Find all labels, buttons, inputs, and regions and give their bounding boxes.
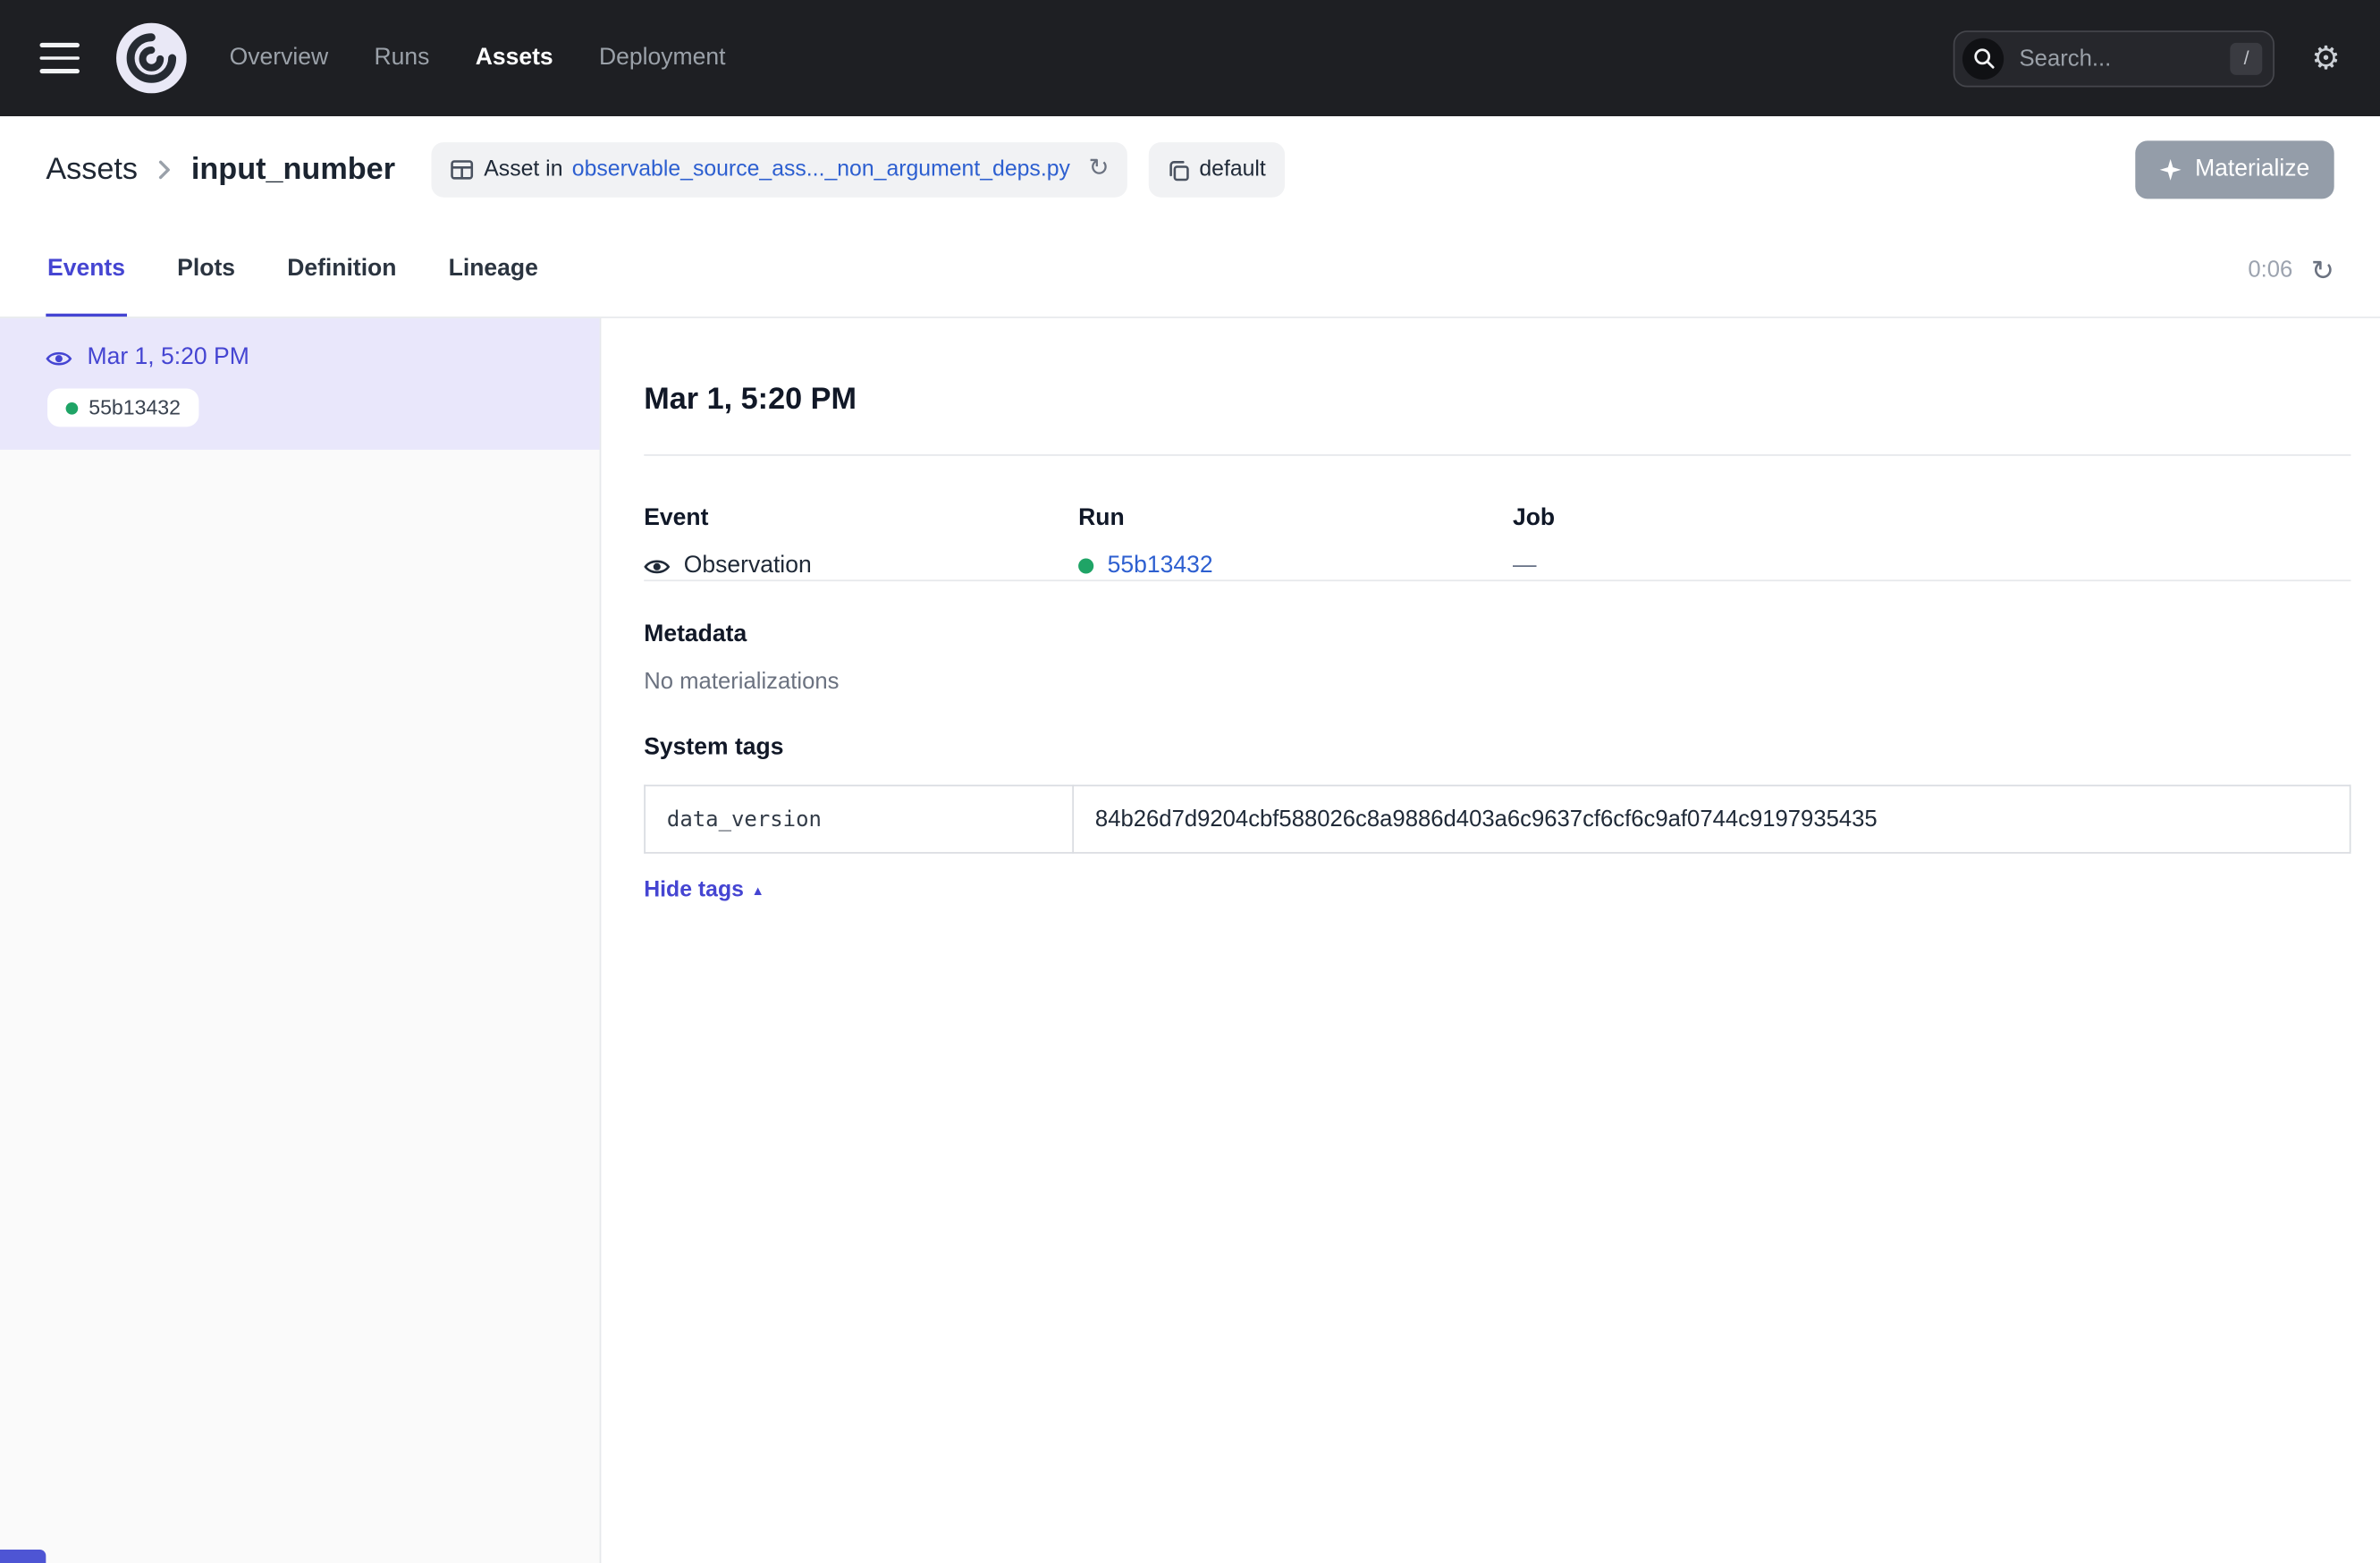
nav-deployment[interactable]: Deployment (599, 45, 726, 72)
metadata-empty-text: No materializations (644, 669, 2350, 695)
menu-icon[interactable] (39, 43, 79, 72)
tag-key-cell: data_version (645, 785, 1073, 852)
tab-plots[interactable]: Plots (175, 224, 236, 317)
refresh-timer: 0:06 (2248, 257, 2292, 283)
asset-location-prefix: Asset in (484, 157, 562, 182)
job-column-label: Job (1513, 505, 2351, 533)
nav-overview[interactable]: Overview (230, 45, 329, 72)
event-detail-panel: Mar 1, 5:20 PM Event Observation (601, 318, 2380, 1563)
app-window: Overview Runs Assets Deployment / ⚙ Asse… (0, 0, 2380, 1563)
asset-location-chip: Asset in observable_source_ass..._non_ar… (432, 142, 1127, 198)
event-column-label: Event (644, 505, 1078, 533)
system-tags-table: data_version 84b26d7d9204cbf588026c8a988… (644, 785, 2350, 854)
materialize-button-label: Materialize (2195, 156, 2309, 184)
nav-runs[interactable]: Runs (374, 45, 429, 72)
metadata-heading: Metadata (644, 621, 2350, 649)
eye-icon (644, 556, 670, 576)
page-title: input_number (191, 152, 395, 187)
tag-value-cell: 84b26d7d9204cbf588026c8a9886d403a6c9637c… (1073, 785, 2350, 852)
job-column: Job — (1513, 505, 2351, 580)
search-input[interactable] (2016, 44, 2218, 73)
group-chip[interactable]: default (1149, 142, 1284, 198)
run-chip[interactable]: 55b13432 (47, 389, 199, 427)
gear-icon[interactable]: ⚙ (2311, 42, 2340, 74)
event-column: Event Observation (644, 505, 1078, 580)
event-timestamp-row: Mar 1, 5:20 PM (46, 344, 575, 372)
nav-right: / ⚙ (1954, 30, 2341, 86)
hide-tags-label: Hide tags (644, 878, 744, 902)
tab-definition[interactable]: Definition (285, 224, 398, 317)
job-empty-value: — (1513, 553, 1537, 580)
main-area: Mar 1, 5:20 PM 55b13432 Mar 1, 5:20 PM E… (0, 318, 2380, 1563)
events-sidebar: Mar 1, 5:20 PM 55b13432 (0, 318, 601, 1563)
event-timestamp: Mar 1, 5:20 PM (88, 344, 249, 372)
octopus-swirl-icon (116, 23, 187, 94)
group-icon (1167, 158, 1190, 182)
materialize-button[interactable]: Materialize (2135, 140, 2334, 199)
run-status-dot (1078, 558, 1093, 573)
sparkle-icon (2160, 159, 2182, 181)
group-chip-label: default (1199, 157, 1266, 182)
event-detail-title: Mar 1, 5:20 PM (644, 383, 2350, 418)
dagster-logo[interactable] (116, 23, 187, 94)
code-location-link[interactable]: observable_source_ass..._non_argument_de… (572, 157, 1070, 182)
hide-tags-link[interactable]: Hide tags ▲ (644, 878, 764, 902)
slash-shortcut-badge: / (2231, 42, 2263, 74)
divider (644, 454, 2350, 456)
run-status-dot (66, 401, 79, 414)
event-list-item[interactable]: Mar 1, 5:20 PM 55b13432 (0, 318, 600, 450)
tab-lineage[interactable]: Lineage (447, 224, 540, 317)
run-column: Run 55b13432 (1078, 505, 1513, 580)
divider (644, 579, 2350, 581)
refresh-area: 0:06 ↻ (2248, 224, 2334, 317)
table-row: data_version 84b26d7d9204cbf588026c8a988… (645, 785, 2350, 852)
eye-icon (46, 348, 72, 368)
primary-nav: Overview Runs Assets Deployment (230, 45, 726, 72)
tabs-row: Events Plots Definition Lineage 0:06 ↻ (0, 224, 2380, 318)
run-chip-label: 55b13432 (89, 396, 181, 419)
horizontal-scrollbar-thumb[interactable] (0, 1550, 46, 1563)
tabs: Events Plots Definition Lineage (46, 224, 539, 317)
breadcrumb-assets-link[interactable]: Assets (46, 152, 138, 187)
nav-assets[interactable]: Assets (476, 45, 553, 72)
caret-up-icon: ▲ (751, 883, 764, 897)
run-link[interactable]: 55b13432 (1108, 553, 1213, 580)
refresh-icon[interactable]: ↻ (2311, 257, 2334, 284)
chevron-right-icon (157, 159, 171, 181)
search-icon (1962, 38, 2004, 79)
breadcrumb-row: Assets input_number Asset in observable_… (0, 116, 2380, 224)
event-summary-columns: Event Observation Run (644, 505, 2350, 580)
run-column-label: Run (1078, 505, 1513, 533)
search-box[interactable]: / (1954, 30, 2275, 86)
table-icon (451, 157, 475, 182)
tab-events[interactable]: Events (46, 224, 126, 317)
reload-location-icon[interactable]: ↻ (1088, 157, 1109, 182)
top-nav: Overview Runs Assets Deployment / ⚙ (0, 0, 2380, 116)
event-type-value: Observation (684, 553, 812, 580)
system-tags-heading: System tags (644, 734, 2350, 762)
